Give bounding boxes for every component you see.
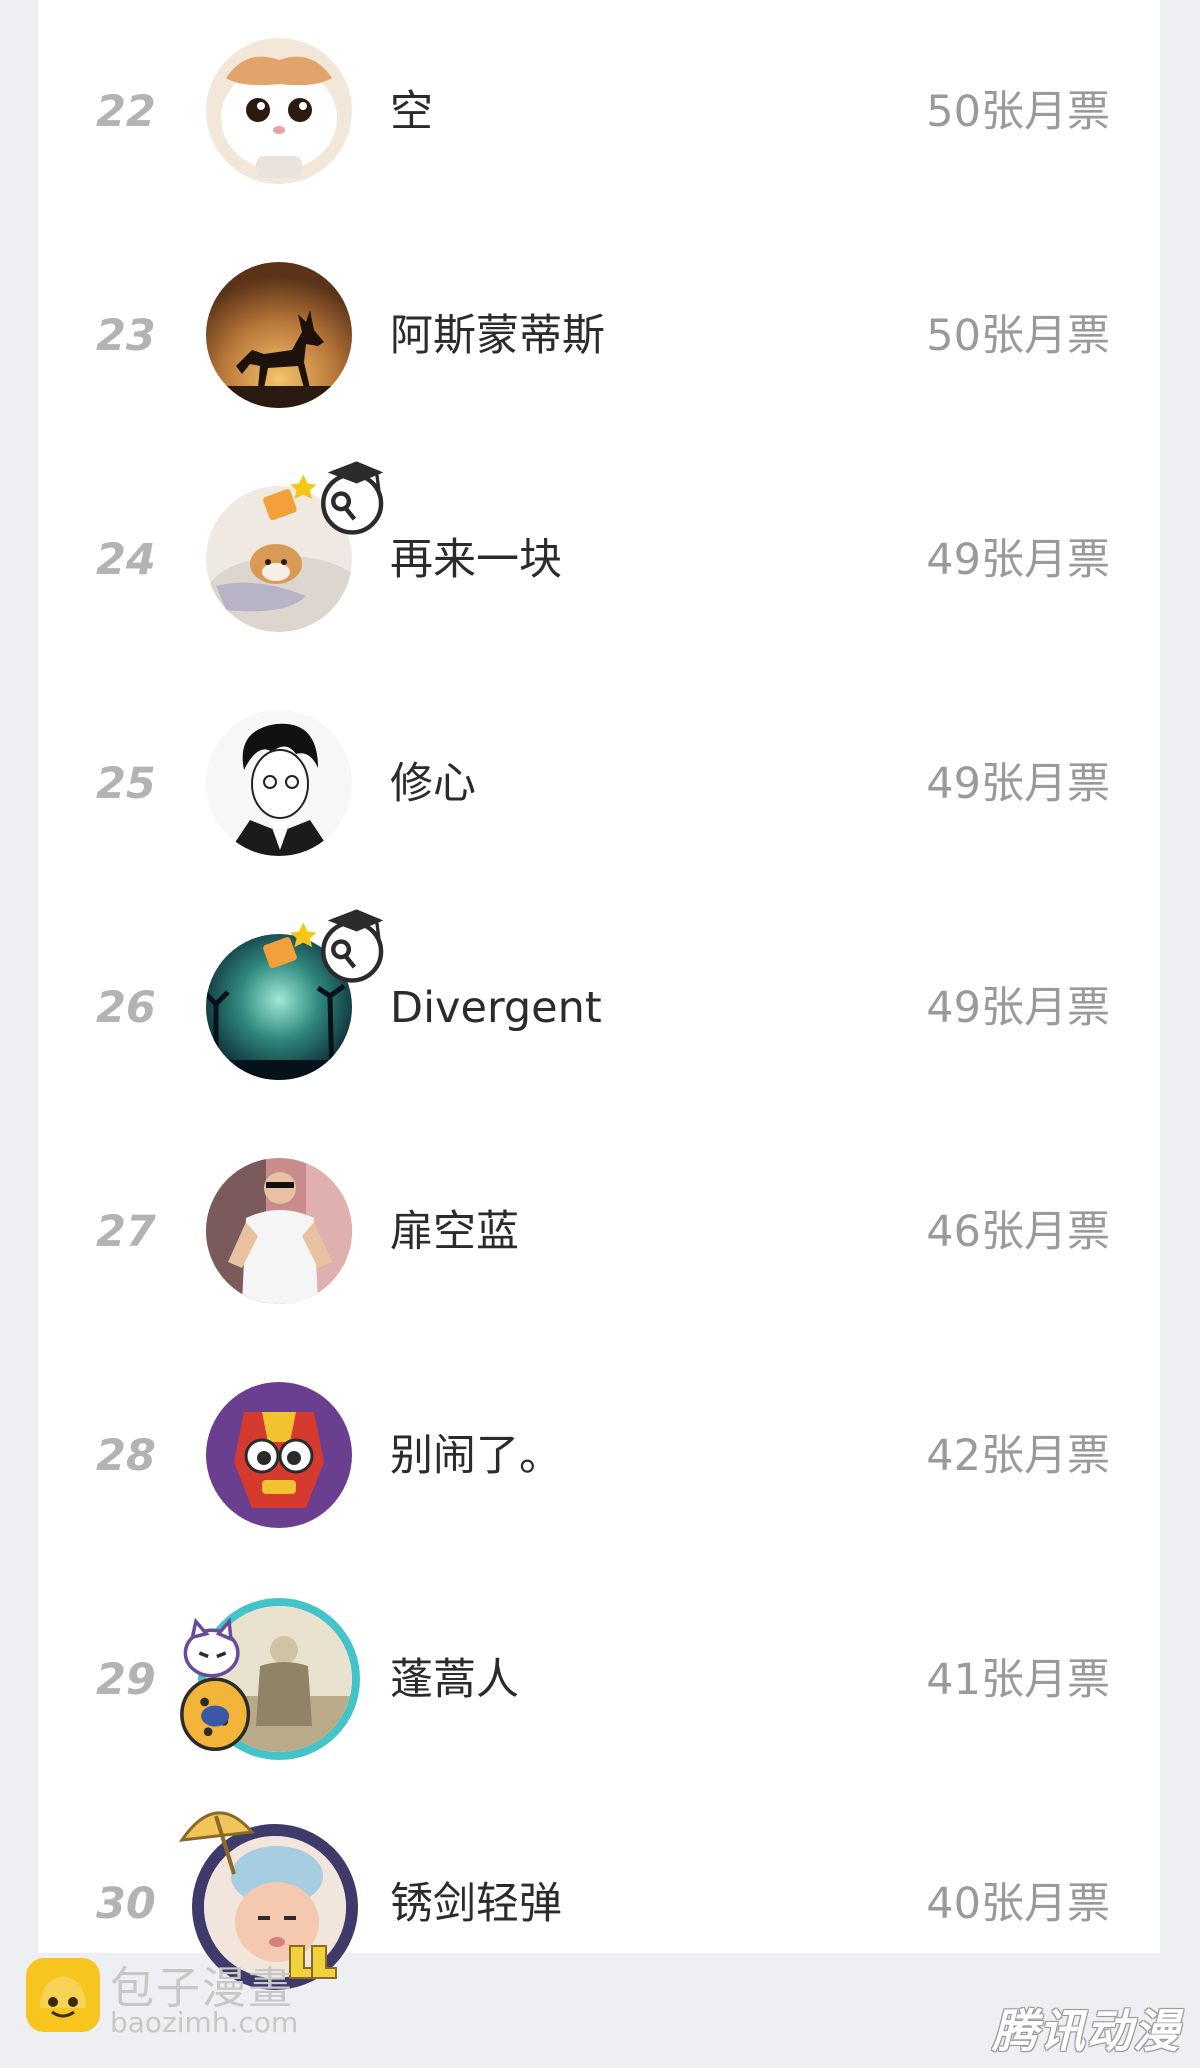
user-name[interactable]: 修心 <box>390 672 476 896</box>
site-watermark: 包子漫畫 baozimh.com <box>26 1958 366 2058</box>
avatar[interactable] <box>206 1382 352 1528</box>
user-name[interactable]: 阿斯蒙蒂斯 <box>390 224 605 448</box>
list-item[interactable]: 25 修心 49张月票 <box>38 672 1160 896</box>
list-item[interactable]: 29 蓬蒿人 41张月票 <box>38 1568 1160 1792</box>
vote-count: 42张月票 <box>926 1431 1110 1481</box>
list-item[interactable]: 22 空 50张月票 <box>38 0 1160 224</box>
vote-count: 46张月票 <box>926 1207 1110 1257</box>
vote-count: 49张月票 <box>926 535 1110 585</box>
vote-count: 49张月票 <box>926 983 1110 1033</box>
list-item[interactable]: 24 再来一块 49张月票 <box>38 448 1160 672</box>
vote-count: 40张月票 <box>926 1879 1110 1929</box>
vote-count: 41张月票 <box>926 1655 1110 1705</box>
rank-number: 28 <box>96 1431 156 1481</box>
user-name[interactable]: Divergent <box>390 896 602 1120</box>
vote-count: 49张月票 <box>926 759 1110 809</box>
rank-number: 23 <box>96 311 156 361</box>
user-name[interactable]: 蓬蒿人 <box>390 1568 519 1792</box>
user-name[interactable]: 锈剑轻弹 <box>390 1792 562 2016</box>
avatar[interactable] <box>206 38 352 184</box>
rank-number: 22 <box>96 87 156 137</box>
brand-watermark: 腾讯动漫 <box>992 2004 1180 2058</box>
rank-number: 27 <box>96 1207 156 1257</box>
vote-count: 50张月票 <box>926 311 1110 361</box>
user-name[interactable]: 扉空蓝 <box>390 1120 519 1344</box>
watermark-site-url: baozimh.com <box>110 2006 299 2039</box>
list-item[interactable]: 26 Divergent 49张月票 <box>38 896 1160 1120</box>
list-item[interactable]: 27 扉空蓝 46张月票 <box>38 1120 1160 1344</box>
rank-number: 26 <box>96 983 156 1033</box>
rank-number: 25 <box>96 759 156 809</box>
ranking-list: 22 空 50张月票 23 阿斯蒙蒂斯 50张月票 24 再来一块 49张月票 … <box>38 0 1160 1990</box>
avatar[interactable] <box>206 710 352 856</box>
user-name[interactable]: 再来一块 <box>390 448 562 672</box>
avatar[interactable] <box>206 486 352 632</box>
vote-count: 50张月票 <box>926 87 1110 137</box>
list-item[interactable]: 23 阿斯蒙蒂斯 50张月票 <box>38 224 1160 448</box>
list-item[interactable]: 28 别闹了。 42张月票 <box>38 1344 1160 1568</box>
user-name[interactable]: 空 <box>390 0 433 224</box>
rank-number: 24 <box>96 535 156 585</box>
avatar[interactable] <box>206 934 352 1080</box>
user-name[interactable]: 别闹了。 <box>390 1344 562 1568</box>
avatar[interactable] <box>206 1158 352 1304</box>
avatar[interactable] <box>198 1598 360 1760</box>
bun-logo-icon <box>26 1958 100 2032</box>
avatar[interactable] <box>206 262 352 408</box>
